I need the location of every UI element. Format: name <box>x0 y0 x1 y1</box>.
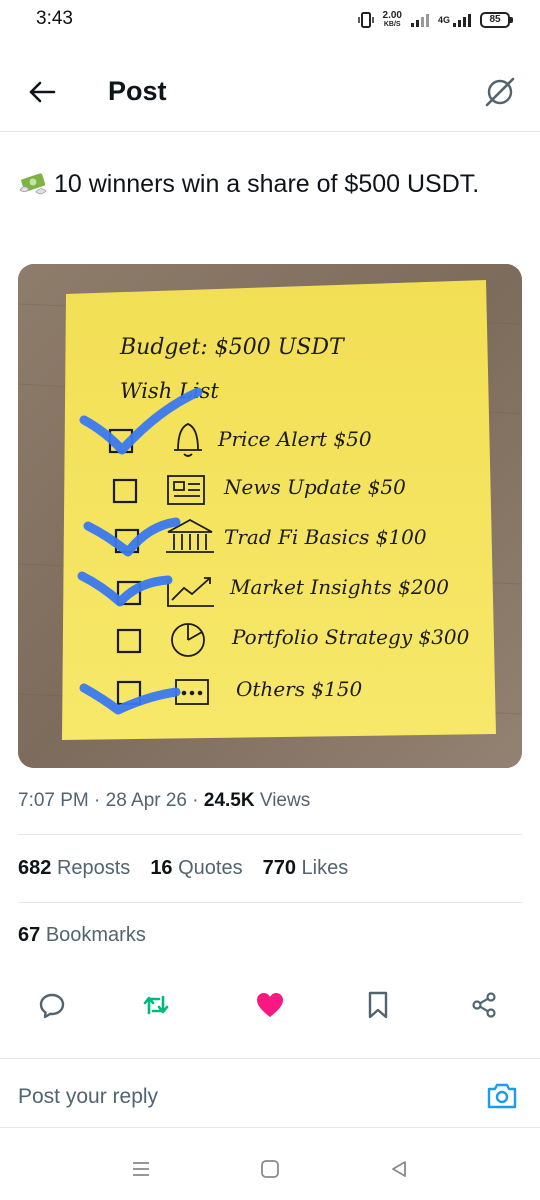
bookmark-icon <box>368 991 388 1019</box>
battery-icon: 85 <box>480 12 513 28</box>
reposts-count: 682 <box>18 857 52 879</box>
back-button[interactable] <box>24 76 60 108</box>
signal-icon <box>410 14 429 27</box>
engagement-stats: 682 Reposts 16 Quotes 770 Likes <box>18 857 348 880</box>
note-item-label: Trad Fi Basics $100 <box>224 525 427 549</box>
grok-icon <box>485 77 515 107</box>
reply-bar: Post your reply <box>0 1058 540 1128</box>
note-item-label: Market Insights $200 <box>229 575 449 599</box>
home-square-icon <box>261 1160 279 1178</box>
post-date: 28 Apr 26 <box>105 790 187 811</box>
system-nav-bar <box>0 1140 540 1200</box>
signal-4g-icon <box>453 14 471 27</box>
repost-icon <box>143 995 169 1015</box>
bookmark-button[interactable] <box>358 985 398 1025</box>
network-type: 4G <box>437 15 450 25</box>
quotes-label: Quotes <box>178 857 243 879</box>
note-item-label: Portfolio Strategy $300 <box>231 625 470 649</box>
status-bar: 3:43 2.00 KB/S 4G 85 <box>0 0 540 50</box>
grok-button[interactable] <box>482 74 518 110</box>
divider <box>18 902 522 903</box>
reply-input[interactable]: Post your reply <box>18 1085 158 1109</box>
triangle-back-icon <box>392 1161 406 1177</box>
menu-icon <box>133 1162 149 1176</box>
back-nav-button[interactable] <box>386 1156 412 1182</box>
note-wishlist-title: Wish List <box>120 379 219 403</box>
post-body: 10 winners win a share of $500 USDT. <box>54 170 480 198</box>
reply-icon <box>39 993 65 1019</box>
views-count: 24.5K <box>203 790 255 811</box>
heart-icon <box>257 993 283 1017</box>
recent-apps-button[interactable] <box>128 1156 154 1182</box>
likes-stat[interactable]: 770 Likes <box>263 857 349 880</box>
likes-count: 770 <box>262 857 296 879</box>
camera-button[interactable] <box>486 1081 518 1111</box>
network-speed-unit: KB/S <box>383 21 401 28</box>
money-with-wings-icon <box>18 170 48 205</box>
bookmarks-count: 67 <box>18 924 41 946</box>
views-label[interactable]: Views <box>260 790 310 811</box>
note-budget: Budget: $500 USDT <box>119 335 346 360</box>
post-image[interactable]: Budget: $500 USDT Wish List Price Alert … <box>18 264 522 768</box>
quotes-count: 16 <box>150 857 173 879</box>
post-meta: 7:07 PM · 28 Apr 26 · 24.5K Views <box>18 790 311 811</box>
status-time: 3:43 <box>36 8 73 29</box>
note-item-label: Others $150 <box>236 677 363 701</box>
repost-button[interactable] <box>136 985 176 1025</box>
post-time: 7:07 PM <box>18 790 89 811</box>
likes-label: Likes <box>301 857 349 879</box>
share-button[interactable] <box>464 985 504 1025</box>
bookmarks-label: Bookmarks <box>45 924 146 946</box>
quotes-stat[interactable]: 16 Quotes <box>150 857 242 880</box>
vibrate-icon <box>357 12 374 28</box>
network-speed-value: 2.00 <box>382 10 402 21</box>
status-icons: 2.00 KB/S 4G 85 <box>357 8 513 32</box>
home-button[interactable] <box>257 1156 283 1182</box>
bookmarks-stat[interactable]: 67 Bookmarks <box>18 924 146 947</box>
note-item-label: Price Alert $50 <box>217 427 372 451</box>
like-button[interactable] <box>250 985 290 1025</box>
reposts-stat[interactable]: 682 Reposts <box>18 857 130 880</box>
header: Post <box>0 50 540 132</box>
page-title: Post <box>108 76 167 106</box>
divider <box>18 834 522 835</box>
arrow-left-icon <box>29 81 56 103</box>
reposts-label: Reposts <box>56 857 131 879</box>
share-icon <box>472 992 496 1018</box>
note-item-label: News Update $50 <box>223 475 406 499</box>
reply-button[interactable] <box>32 985 72 1025</box>
action-bar <box>0 985 540 1025</box>
post-text: 10 winners win a share of $500 USDT. <box>18 168 518 205</box>
camera-icon <box>487 1083 517 1109</box>
network-speed: 2.00 KB/S <box>383 11 402 29</box>
